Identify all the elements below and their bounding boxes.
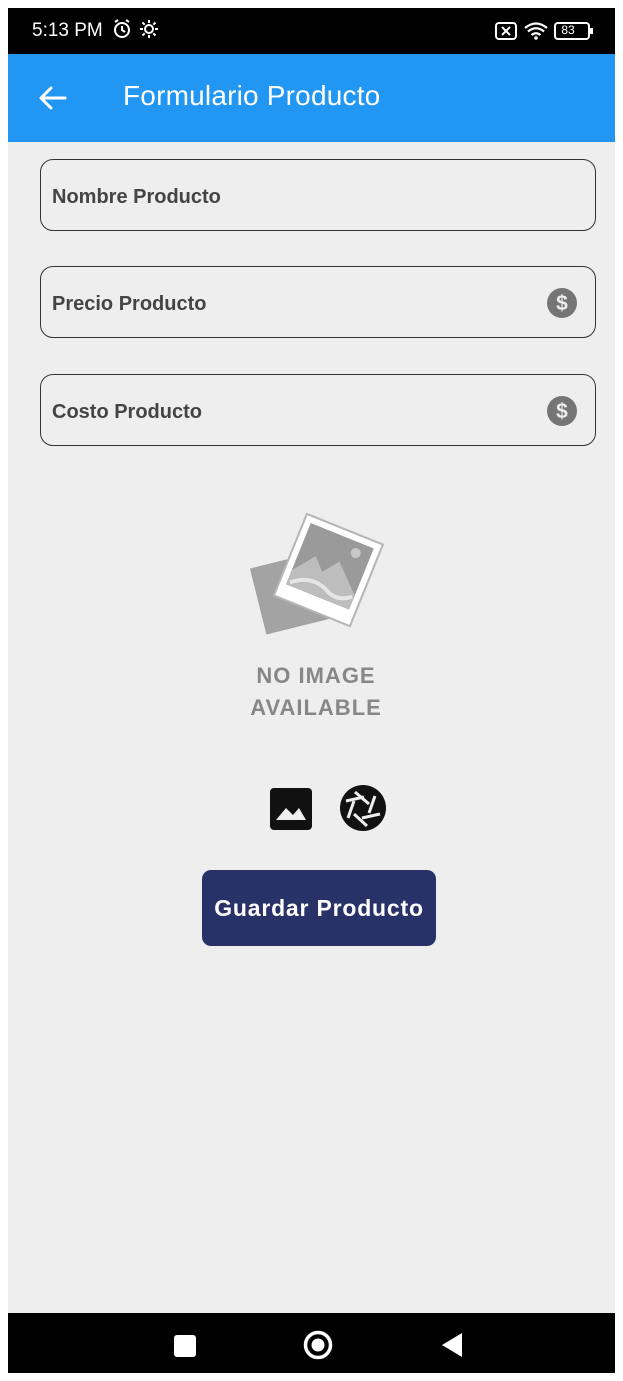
arrow-left-icon[interactable]: [38, 84, 68, 117]
field-label: Precio Producto: [52, 293, 207, 315]
status-left-icons: [111, 18, 163, 45]
battery-level: 83: [561, 23, 575, 37]
no-image-placeholder: NO IMAGE AVAILABLE: [236, 512, 396, 733]
app-screen: 5:13 PM 83 Formulario Producto Nombre Pr…: [8, 8, 615, 1373]
photo-placeholder-icon: [249, 512, 385, 635]
home-icon[interactable]: [303, 1330, 333, 1365]
recents-icon[interactable]: [174, 1335, 196, 1362]
dollar-circle-icon: $: [546, 395, 578, 432]
field-label: Nombre Producto: [52, 186, 221, 208]
svg-text:$: $: [556, 292, 568, 315]
wifi-icon: [524, 22, 548, 40]
precio-producto-field[interactable]: Precio Producto $: [40, 266, 596, 338]
camera-shutter-icon[interactable]: [339, 784, 387, 837]
svg-text:$: $: [556, 400, 568, 423]
back-icon[interactable]: [441, 1332, 463, 1363]
costo-producto-field[interactable]: Costo Producto $: [40, 374, 596, 446]
no-image-text-line1: NO IMAGE: [256, 663, 376, 688]
page-title: Formulario Producto: [123, 80, 381, 111]
no-image-text-line2: AVAILABLE: [250, 695, 382, 720]
app-bar: Formulario Producto: [8, 54, 615, 142]
alarm-icon: [114, 19, 130, 38]
save-product-button[interactable]: Guardar Producto: [202, 870, 436, 946]
field-label: Costo Producto: [52, 401, 202, 423]
nombre-producto-field[interactable]: Nombre Producto: [40, 159, 596, 231]
sim-off-icon: [495, 22, 517, 40]
dollar-circle-icon: $: [546, 287, 578, 324]
settings-icon: [140, 20, 158, 38]
status-bar: 5:13 PM 83: [8, 8, 615, 54]
navigation-bar: [8, 1313, 615, 1373]
status-time: 5:13 PM: [32, 20, 103, 41]
gallery-icon[interactable]: [270, 788, 312, 835]
